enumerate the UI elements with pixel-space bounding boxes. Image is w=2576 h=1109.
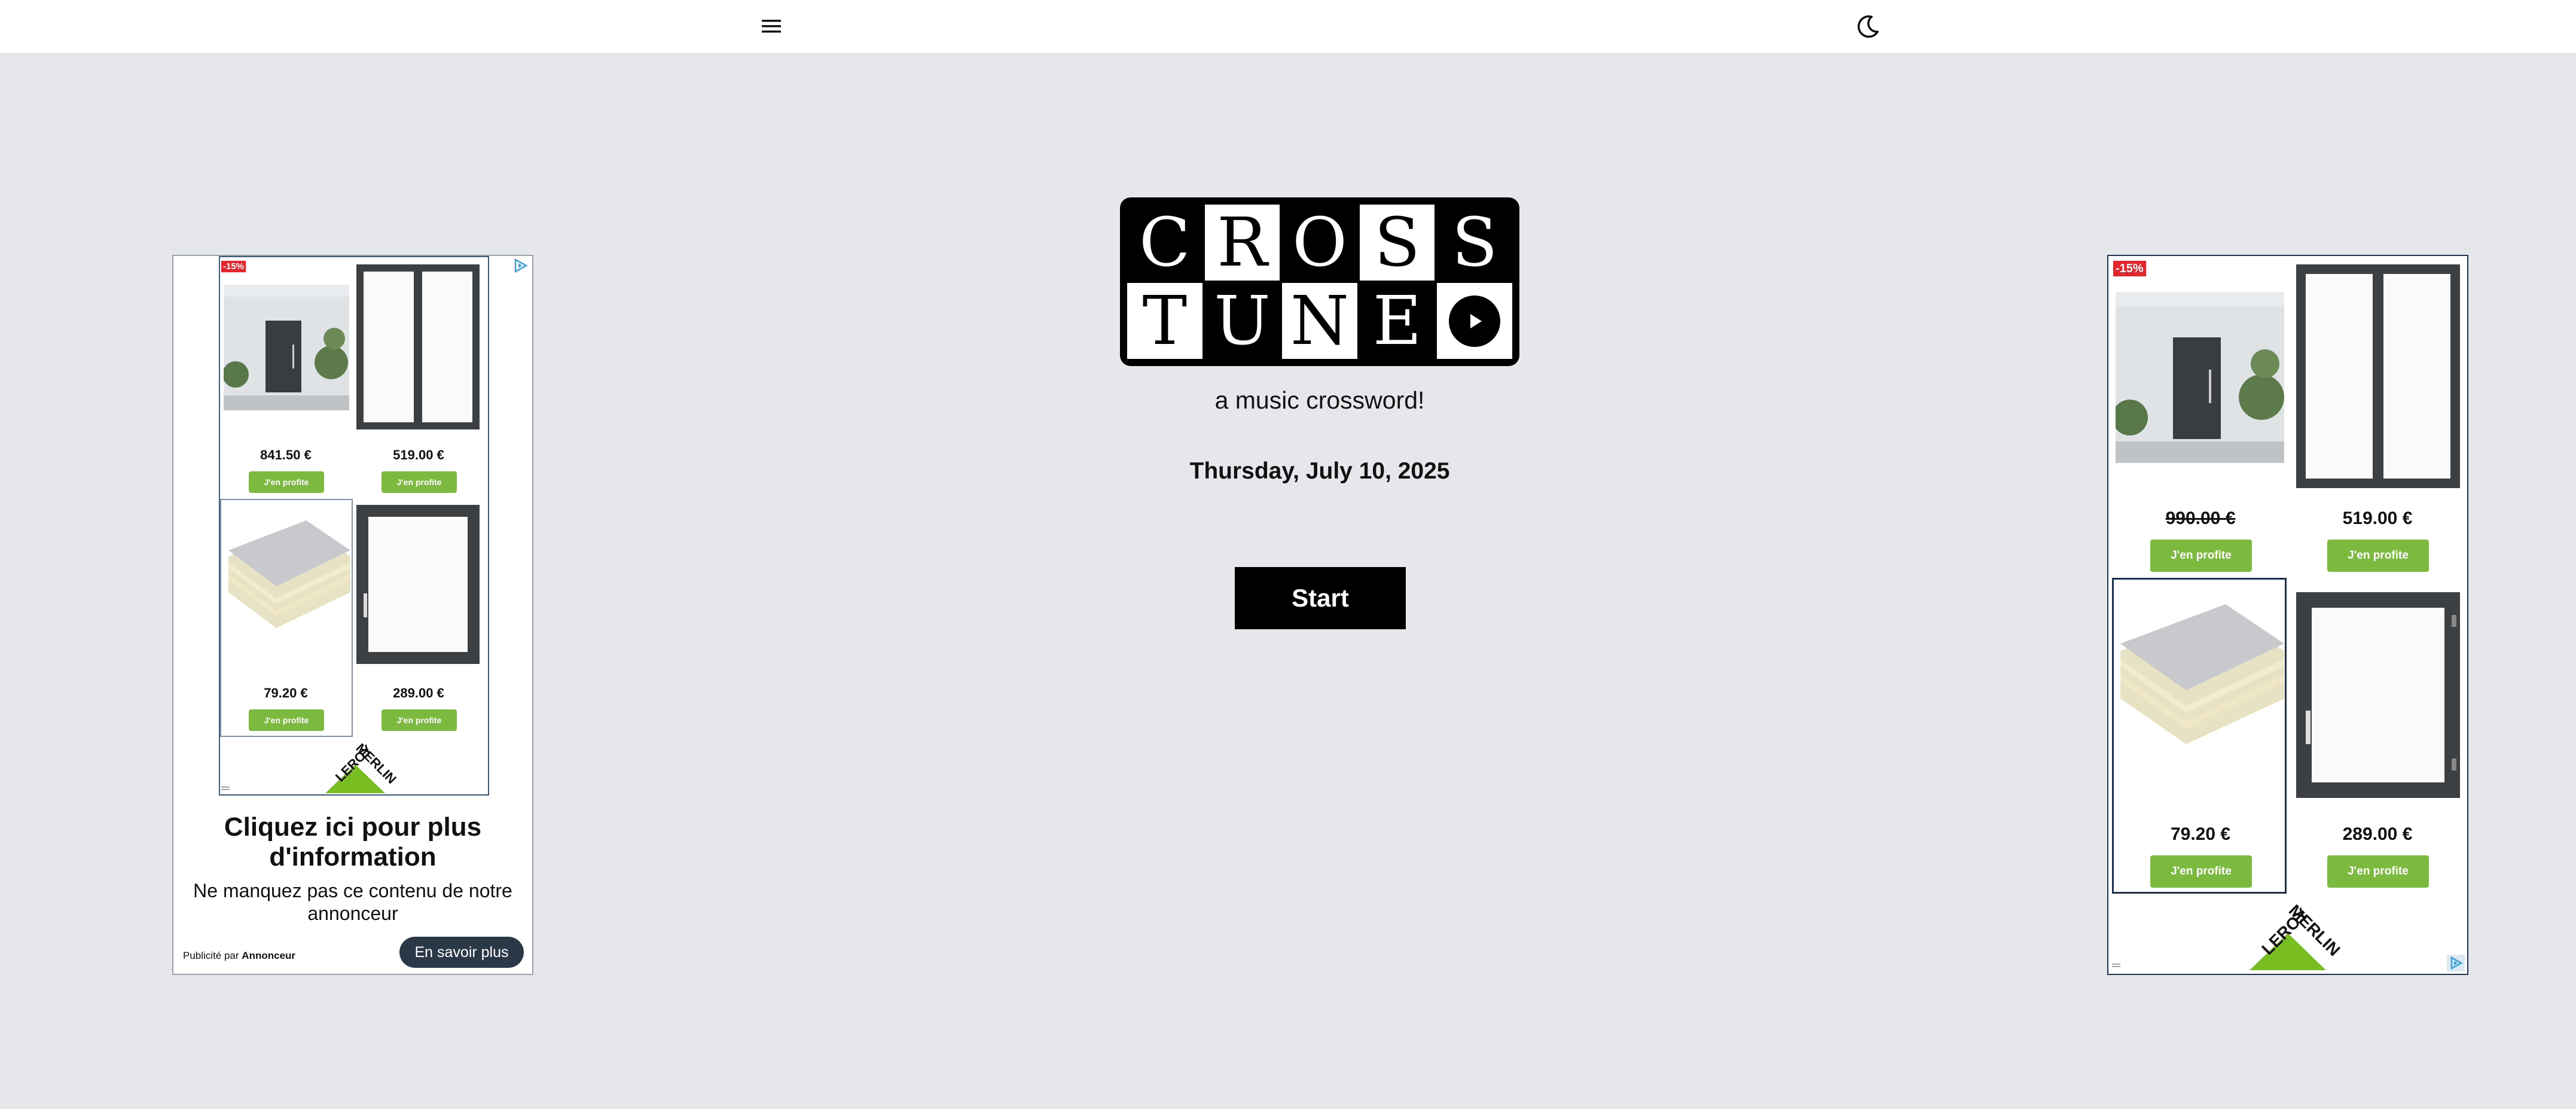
ad-description: Ne manquez pas ce contenu de notre annon… [193,880,512,924]
logo-letter: S [1359,205,1435,281]
moon-icon[interactable] [1854,12,1882,41]
product-price: 519.00 € [2342,508,2413,528]
original-price: 990.00 € [2165,508,2236,528]
door-photo[interactable] [2116,292,2284,463]
tagline: a music crossword! [1214,386,1425,414]
leroy-merlin-logo[interactable]: LEROY MERLIN [2234,901,2344,971]
product-price: 841.50 € [260,447,312,462]
logo-letter: T [1127,283,1202,359]
logo-letter: O [1282,205,1357,281]
door-photo[interactable] [224,285,349,410]
sponsor-prefix: Publicité par [183,950,239,961]
learn-more-button[interactable]: En savoir plus [399,937,524,968]
discount-badge: -15% [221,261,246,272]
logo-letter: S [1437,205,1512,281]
left-advertisement[interactable]: -15% 841.50 € 519.00 € J'en profite J'en… [172,255,533,975]
jen-profite-button[interactable]: J'en profite [2327,540,2429,572]
discount-badge: -15% [2113,261,2146,276]
ad-product-grid: -15% 841.50 € 519.00 € J'en profite J'en… [219,256,489,796]
double-window-image[interactable] [2295,263,2461,492]
ad-headline[interactable]: Cliquez ici pour plus d'information [173,812,532,872]
hamburger-menu-icon[interactable] [758,13,785,39]
product-price: 79.20 € [264,685,308,700]
double-window-image[interactable] [355,263,481,431]
ad-menu-icon[interactable] [221,785,231,792]
jen-profite-button[interactable]: J'en profite [2150,855,2252,888]
ad-sponsor: Publicité par Annonceur [183,950,295,962]
jen-profite-button[interactable]: J'en profite [381,709,457,731]
logo-letter: E [1359,283,1435,359]
right-advertisement[interactable]: -15% 990.00 € 519.00 € J'en profite J'en… [2107,255,2468,975]
logo-letter: C [1127,205,1202,281]
jen-profite-button[interactable]: J'en profite [2327,855,2429,888]
logo-letter: R [1204,205,1280,281]
insulation-panels-image[interactable] [2114,597,2284,752]
ad-menu-icon[interactable] [2112,962,2122,969]
adchoices-icon[interactable] [512,257,530,274]
top-bar [0,0,2576,54]
puzzle-date: Thursday, July 10, 2025 [1189,458,1450,484]
crosstune-logo: C R O S S T U N E [1120,197,1519,366]
jen-profite-button[interactable]: J'en profite [381,471,457,493]
leroy-merlin-logo[interactable]: LEROY MERLIN [313,741,399,794]
play-icon [1449,295,1501,347]
start-button[interactable]: Start [1235,567,1406,629]
logo-letter: N [1282,283,1357,359]
single-window-image[interactable] [2295,591,2461,799]
single-window-image[interactable] [355,504,481,665]
logo-letter: U [1204,283,1280,359]
product-price: 519.00 € [393,447,444,462]
product-price: 79.20 € [2170,824,2231,844]
adchoices-icon[interactable] [2447,955,2465,971]
product-price: 289.00 € [393,685,444,700]
logo-play-cell [1437,283,1512,359]
jen-profite-button[interactable]: J'en profite [2150,540,2252,572]
insulation-panels-image[interactable] [222,514,350,634]
product-price: 289.00 € [2342,824,2413,844]
sponsor-name: Annonceur [242,950,296,961]
jen-profite-button[interactable]: J'en profite [249,709,324,731]
jen-profite-button[interactable]: J'en profite [249,471,324,493]
